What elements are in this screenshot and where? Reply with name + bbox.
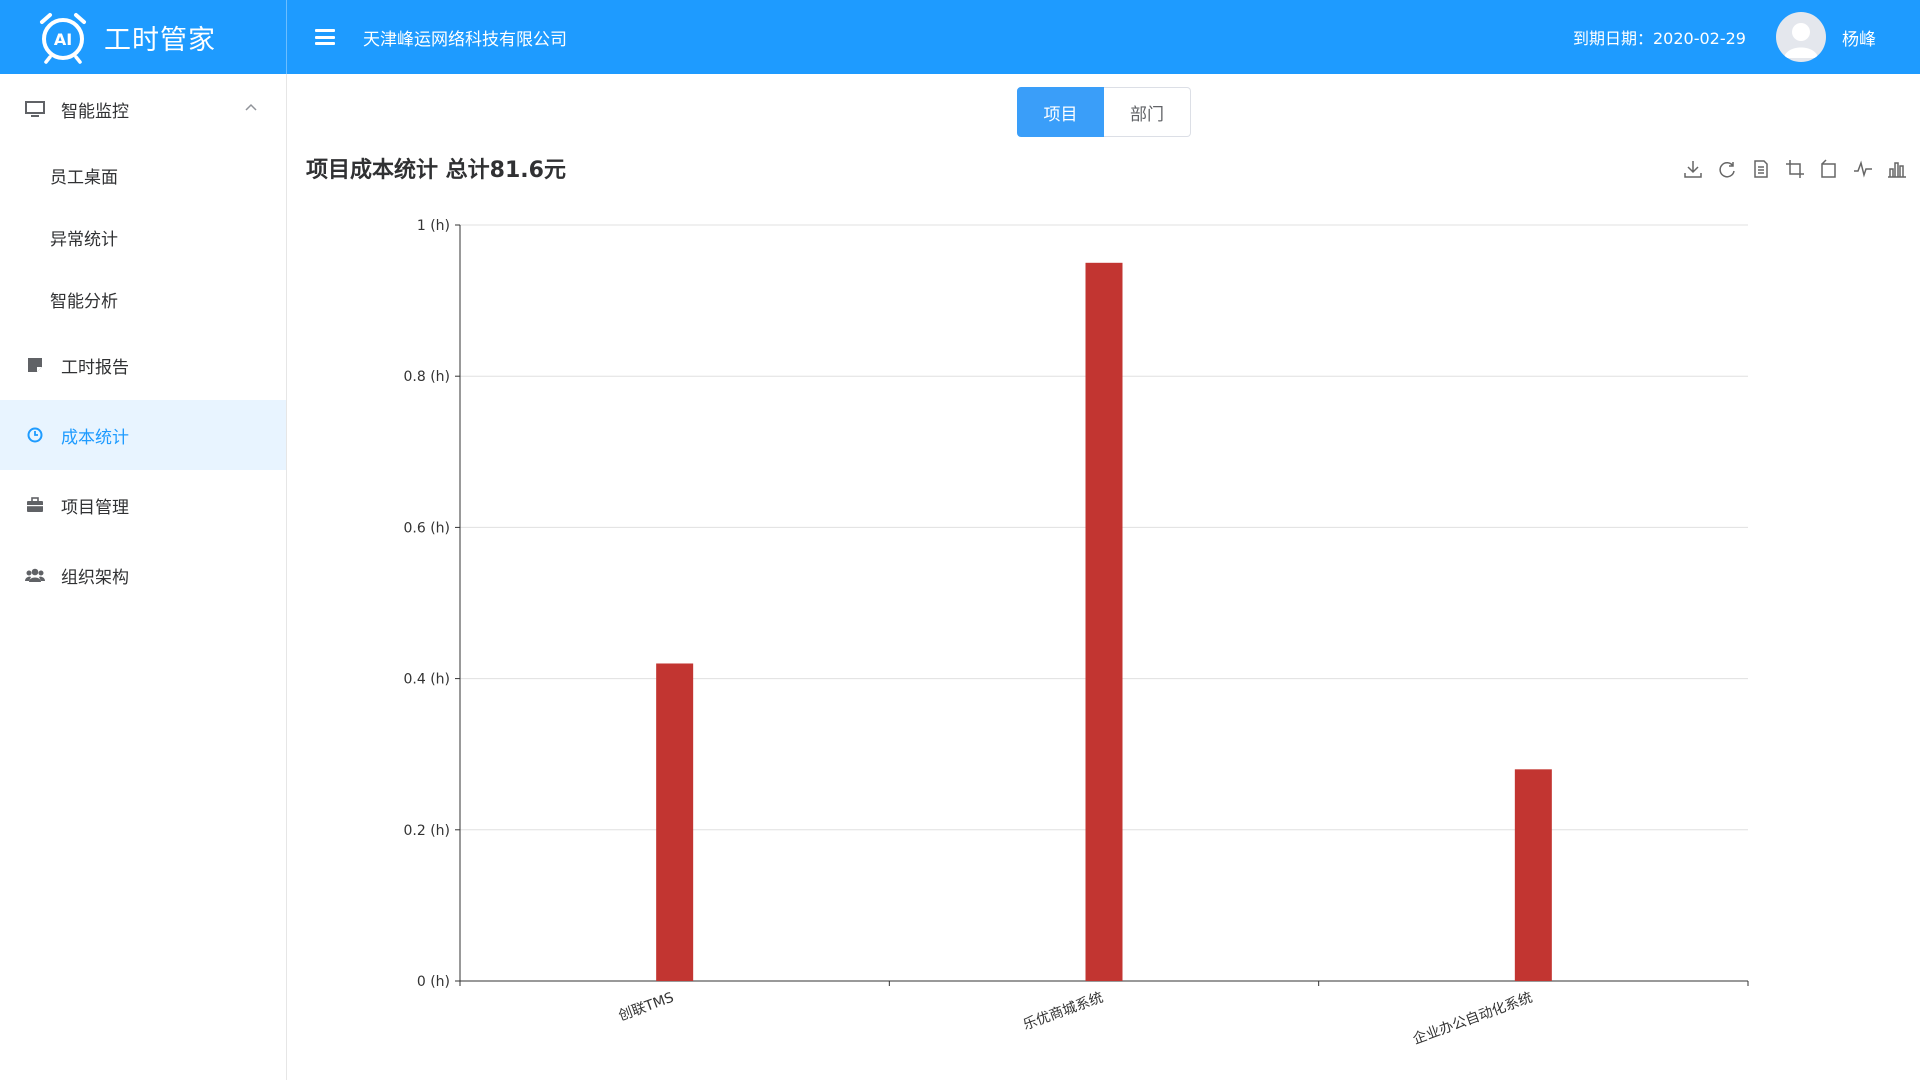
- sidebar-item-anomaly-stats[interactable]: 异常统计: [0, 206, 286, 268]
- sidebar-item-employee-desktop[interactable]: 员工桌面: [0, 144, 286, 206]
- sidebar-item-cost-stats[interactable]: 成本统计: [0, 400, 286, 470]
- y-tick-label: 0.8 (h): [403, 369, 450, 385]
- alarm-clock-logo-icon: AI: [40, 13, 86, 64]
- y-tick-label: 0.2 (h): [403, 823, 450, 839]
- bar-3: [1514, 769, 1552, 981]
- logo-text: AI: [54, 30, 72, 49]
- sidebar-item-label: 成本统计: [61, 427, 129, 448]
- sidebar-item-smart-analysis[interactable]: 智能分析: [0, 268, 286, 330]
- company-name: 天津峰运网络科技有限公司: [363, 29, 567, 50]
- y-tick-label: 0.4 (h): [403, 672, 450, 688]
- monitor-icon: [25, 99, 45, 119]
- top-header: AI 工时管家 天津峰运网络科技有限公司 到期日期：2020-02-29 杨峰: [0, 0, 1920, 74]
- y-tick-label: 1 (h): [417, 218, 450, 234]
- logo-area[interactable]: AI 工时管家: [0, 0, 287, 74]
- bar-2: [1085, 262, 1123, 981]
- chevron-up-icon: [245, 103, 257, 111]
- x-tick-label: 创联TMS: [617, 990, 677, 1025]
- menu-toggle-icon[interactable]: [315, 29, 335, 45]
- cost-bar-chart: 0 (h) 0.2 (h) 0.4 (h) 0.6 (h) 0.8 (h) 1 (h) 创联…: [403, 218, 1749, 1048]
- sidebar-group-monitor[interactable]: 智能监控: [0, 74, 286, 144]
- sidebar-item-label: 工时报告: [61, 357, 129, 378]
- y-tick-label: 0 (h): [417, 974, 450, 990]
- sidebar-item-org-structure[interactable]: 组织架构: [0, 540, 286, 610]
- report-icon: [25, 355, 45, 375]
- sidebar-item-label: 组织架构: [61, 567, 129, 588]
- app-title: 工时管家: [104, 24, 216, 56]
- username[interactable]: 杨峰: [1842, 25, 1876, 50]
- main-content: 项目 部门 项目成本统计 总计81.6元 0 (h) 0.2 (h) 0.4 (h)…: [288, 74, 1920, 1080]
- sidebar-item-work-report[interactable]: 工时报告: [0, 330, 286, 400]
- expire-date: 到期日期：2020-02-29: [1573, 29, 1746, 48]
- sidebar-item-label: 项目管理: [61, 497, 129, 518]
- bar-1: [656, 663, 694, 981]
- x-tick-label: 企业办公自动化系统: [1410, 989, 1534, 1048]
- x-tick-label: 乐优商城系统: [1021, 990, 1105, 1034]
- clock-icon: [25, 425, 45, 445]
- sidebar: 智能监控 员工桌面 异常统计 智能分析 工时报告 成本统计 项目管理 组织架构: [0, 74, 287, 1080]
- avatar[interactable]: [1776, 12, 1826, 62]
- sidebar-item-project-management[interactable]: 项目管理: [0, 470, 286, 540]
- header-right: 到期日期：2020-02-29 杨峰: [1573, 12, 1920, 62]
- briefcase-icon: [25, 495, 45, 515]
- sidebar-group-label: 智能监控: [61, 101, 129, 122]
- y-tick-label: 0.6 (h): [403, 520, 450, 536]
- user-avatar-icon: [1784, 23, 1818, 58]
- users-icon: [25, 565, 45, 585]
